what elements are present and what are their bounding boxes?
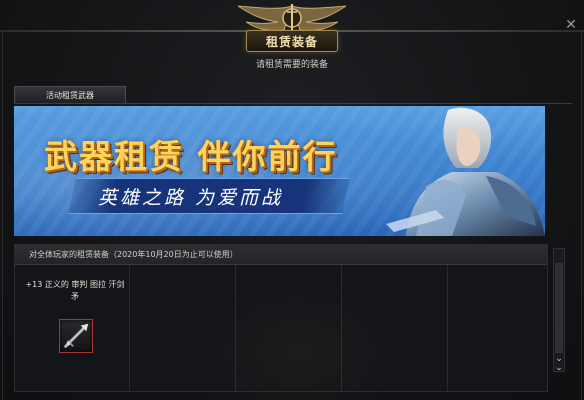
window-right-border — [581, 32, 582, 400]
rental-item-card[interactable]: +13 正义的 审判 图拉 汗剑矛 — [15, 265, 129, 391]
window-subtitle: 请租赁需要的装备 — [255, 60, 328, 70]
rental-window: 租赁装备 ✕ 请租赁需要的装备 活动租赁武器 武器租赁 伴你前行 英雄之路 为爱… — [0, 0, 584, 400]
promo-banner: 武器租赁 伴你前行 英雄之路 为爱而战 — [14, 106, 545, 236]
window-title: 租赁装备 — [265, 34, 318, 49]
tab-label: 活动租赁武器 — [46, 90, 94, 100]
banner-headline: 武器租赁 伴你前行 — [44, 137, 338, 176]
window-left-border — [2, 32, 3, 400]
armored-hero-image — [386, 107, 545, 236]
spear-icon — [64, 323, 89, 348]
scroll-thumb[interactable] — [555, 263, 563, 353]
column-divider — [447, 265, 448, 391]
panel-header: 对全体玩家的租赁装备（2020年10月20日为止可以使用） — [15, 245, 547, 265]
close-icon[interactable]: ✕ — [564, 18, 578, 32]
chevron-down-icon[interactable]: ⌄ ⌄ — [553, 351, 565, 377]
item-name: +13 正义的 审判 图拉 汗剑矛 — [25, 280, 125, 301]
tab-divider — [14, 103, 572, 104]
banner-tagline: 英雄之路 为爱而战 — [98, 187, 284, 209]
tab-event-rental-weapons[interactable]: 活动租赁武器 — [14, 86, 126, 103]
background-watermark — [200, 280, 400, 400]
column-divider — [129, 265, 130, 391]
item-slot[interactable] — [59, 319, 93, 353]
window-title-plate: 租赁装备 — [246, 30, 338, 52]
